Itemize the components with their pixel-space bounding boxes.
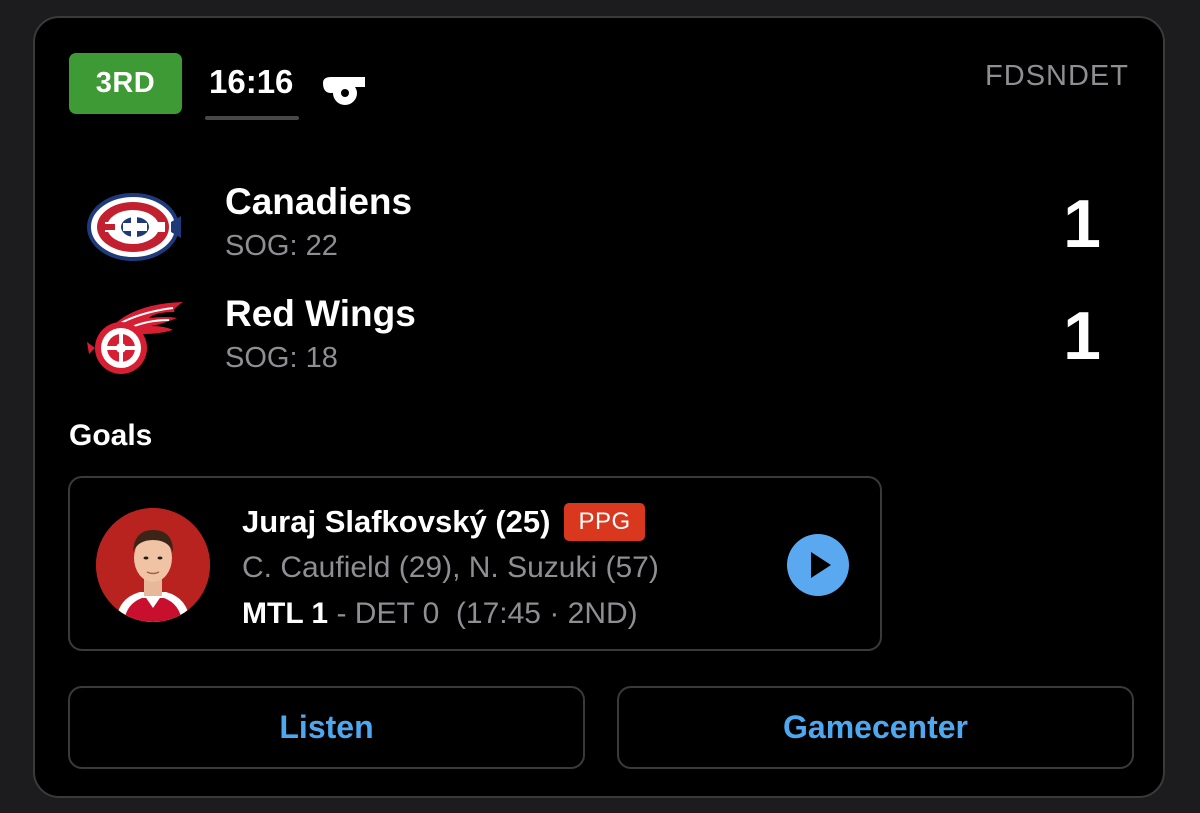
team-name: Canadiens bbox=[225, 181, 413, 222]
goal-scorer-line: Juraj Slafkovský (25) PPG bbox=[242, 500, 645, 544]
whistle-icon bbox=[323, 77, 365, 105]
team-score: 1 bbox=[1063, 186, 1101, 262]
team-sog: SOG: 18 bbox=[225, 342, 338, 374]
canadiens-logo-icon bbox=[87, 193, 181, 261]
team-row-canadiens[interactable]: Canadiens SOG: 22 1 bbox=[35, 178, 1163, 278]
team-score: 1 bbox=[1063, 298, 1101, 374]
play-highlight-button[interactable] bbox=[787, 534, 849, 596]
goal-type-badge: PPG bbox=[564, 503, 645, 541]
team-name: Red Wings bbox=[225, 293, 416, 334]
goal-score-line: MTL 1 - DET 0 (17:45 · 2ND) bbox=[242, 594, 638, 634]
goal-scorer: Juraj Slafkovský (25) bbox=[242, 504, 551, 539]
goal-score-detail: - DET 0 (17:45 · 2ND) bbox=[328, 597, 638, 630]
game-card: 3RD 16:16 FDSNDET Canadiens SOG: 22 1 Re… bbox=[33, 16, 1165, 798]
listen-button[interactable]: Listen bbox=[68, 686, 585, 769]
period-badge: 3RD bbox=[69, 53, 182, 114]
goal-card[interactable]: Juraj Slafkovský (25) PPG C. Caufield (29… bbox=[68, 476, 882, 651]
player-avatar bbox=[96, 508, 210, 622]
clock-underline bbox=[205, 116, 299, 120]
player-headshot bbox=[96, 508, 210, 622]
team-sog: SOG: 22 bbox=[225, 230, 338, 262]
play-icon bbox=[811, 552, 831, 578]
game-clock: 16:16 bbox=[209, 63, 294, 100]
goals-heading: Goals bbox=[69, 419, 153, 452]
red-wings-logo-icon bbox=[87, 302, 183, 374]
tv-network: FDSNDET bbox=[985, 60, 1129, 92]
goal-assists: C. Caufield (29), N. Suzuki (57) bbox=[242, 551, 659, 584]
gamecenter-button[interactable]: Gamecenter bbox=[617, 686, 1134, 769]
goal-score-lead: MTL 1 bbox=[242, 597, 329, 630]
team-row-red-wings[interactable]: Red Wings SOG: 18 1 bbox=[35, 290, 1163, 390]
